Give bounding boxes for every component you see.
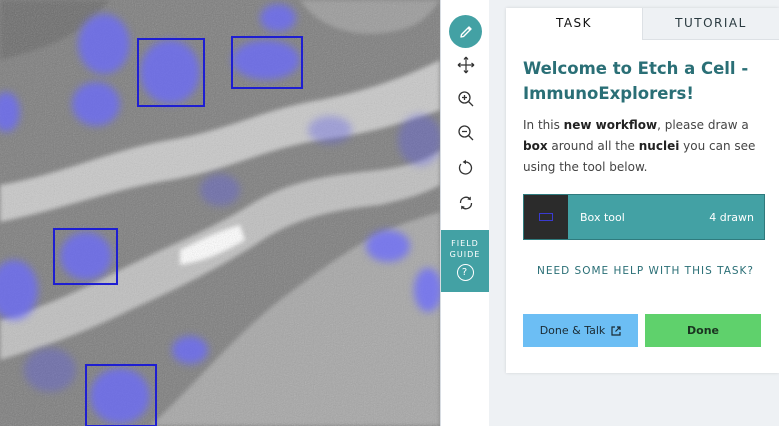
rotate-icon <box>458 159 472 175</box>
instructions-bold-3: nuclei <box>638 139 680 153</box>
draw-tool-button[interactable] <box>449 15 482 48</box>
field-guide-button[interactable]: FIELD GUIDE ? <box>441 230 489 292</box>
box-shape-icon <box>539 213 553 221</box>
done-talk-label: Done & Talk <box>539 324 606 337</box>
box-tool-swatch <box>524 195 568 239</box>
task-title: Welcome to Etch a Cell - ImmunoExplorers… <box>523 59 749 103</box>
rotate-button[interactable] <box>449 151 482 184</box>
task-instructions: In this new workflow, please draw a box … <box>523 115 768 178</box>
box-tool-count: 4 drawn <box>709 210 754 224</box>
pencil-icon <box>459 25 472 38</box>
reset-view-button[interactable] <box>449 186 482 219</box>
instructions-text-1: In this <box>523 118 564 132</box>
subject-viewer[interactable] <box>0 0 440 426</box>
zoom-in-button[interactable] <box>449 82 482 115</box>
subject-image[interactable] <box>0 0 440 426</box>
move-icon <box>457 56 474 73</box>
external-link-icon <box>611 325 621 336</box>
panel-tabs: TASK TUTORIAL <box>506 8 779 40</box>
move-tool-button[interactable] <box>449 48 482 81</box>
tab-task[interactable]: TASK <box>506 8 642 40</box>
instructions-text-3: around all the <box>547 139 639 153</box>
reset-icon <box>459 196 472 209</box>
task-panel: TASK TUTORIAL Welcome to Etch a Cell - I… <box>506 8 779 373</box>
tab-tutorial[interactable]: TUTORIAL <box>642 8 779 40</box>
field-guide-label-2: GUIDE <box>449 250 481 259</box>
done-and-talk-button[interactable]: Done & Talk <box>523 314 638 347</box>
box-tool-label: Box tool <box>580 210 625 224</box>
field-guide-label-1: FIELD <box>451 239 479 248</box>
zoom-out-button[interactable] <box>449 116 482 149</box>
zoom-out-icon <box>457 124 473 140</box>
done-button[interactable]: Done <box>645 314 761 347</box>
zoom-in-icon <box>457 90 473 106</box>
instructions-text-2: , please draw a <box>657 118 749 132</box>
image-toolbar: FIELD GUIDE ? <box>440 0 489 426</box>
instructions-bold-2: box <box>523 139 548 153</box>
task-help-link[interactable]: NEED SOME HELP WITH THIS TASK? <box>523 265 768 277</box>
question-icon: ? <box>456 264 474 281</box>
box-tool-option[interactable]: Box tool 4 drawn <box>523 194 765 240</box>
instructions-bold-1: new workflow <box>563 118 658 132</box>
